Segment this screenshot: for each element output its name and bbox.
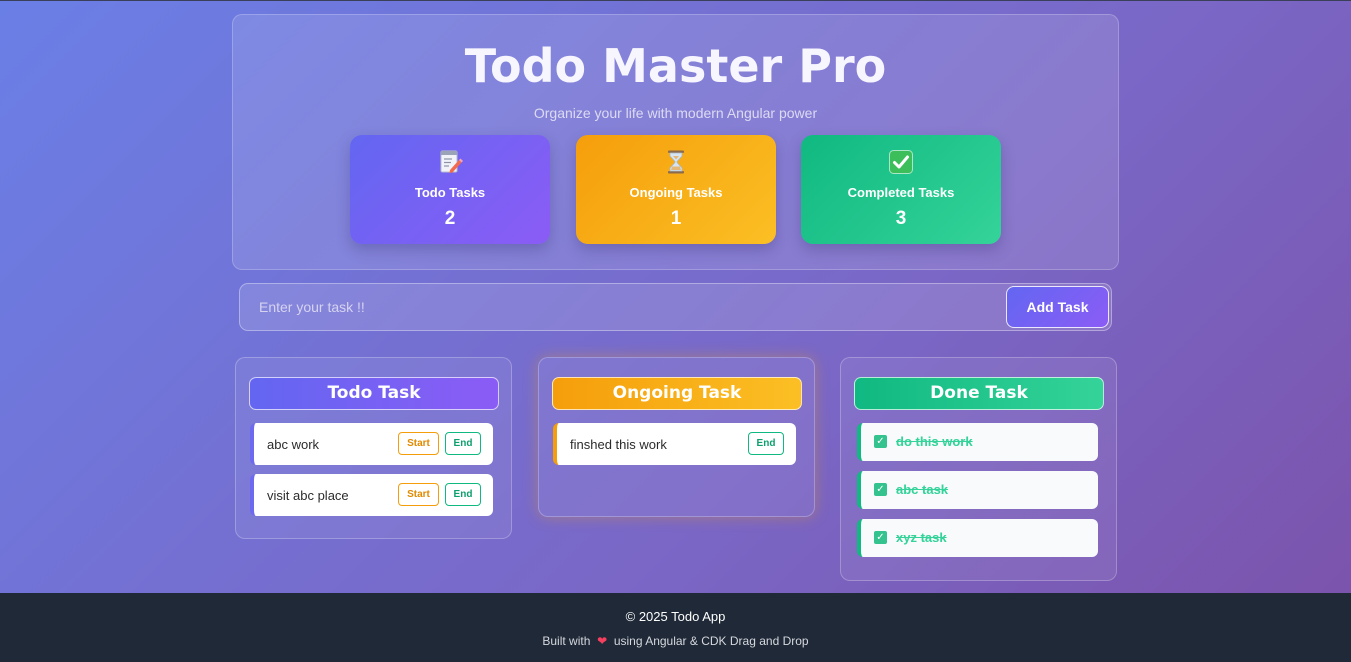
- done-column[interactable]: Done Task ✓ do this work ✓ abc task ✓ xy…: [840, 357, 1117, 581]
- todo-column-header: Todo Task: [249, 377, 499, 410]
- todo-column[interactable]: Todo Task abc work Start End visit abc p…: [235, 357, 512, 539]
- end-button[interactable]: End: [445, 483, 481, 506]
- done-task-card[interactable]: ✓ abc task: [857, 471, 1098, 509]
- task-card[interactable]: abc work Start End: [250, 423, 493, 465]
- stat-count: 1: [670, 208, 682, 229]
- task-card[interactable]: finshed this work End: [553, 423, 796, 465]
- ongoing-column[interactable]: Ongoing Task finshed this work End: [538, 357, 815, 517]
- done-task-card[interactable]: ✓ xyz task: [857, 519, 1098, 557]
- done-column-header: Done Task: [854, 377, 1104, 410]
- built-suffix: using Angular & CDK Drag and Drop: [613, 634, 809, 648]
- stat-label: Ongoing Tasks: [629, 185, 723, 200]
- task-text: visit abc place: [267, 488, 349, 503]
- memo-icon: [440, 150, 463, 173]
- check-mark-icon: [889, 150, 913, 174]
- task-text: finshed this work: [570, 437, 667, 452]
- stat-count: 2: [444, 208, 456, 229]
- checkbox-checked-icon: ✓: [874, 483, 887, 496]
- built-prefix: Built with: [542, 634, 591, 648]
- footer-built-with: Built with ❤ using Angular & CDK Drag an…: [0, 634, 1351, 648]
- page-title: Todo Master Pro: [464, 39, 887, 93]
- footer-copyright: © 2025 Todo App: [625, 609, 726, 624]
- stat-label: Todo Tasks: [414, 185, 486, 200]
- heart-icon: ❤: [593, 634, 611, 648]
- task-text: do this work: [896, 434, 973, 449]
- task-text: abc work: [267, 437, 320, 452]
- hero-panel: Todo Master Pro Organize your life with …: [232, 14, 1119, 270]
- stat-count: 3: [895, 208, 907, 229]
- hourglass-icon: [668, 150, 684, 174]
- ongoing-column-header: Ongoing Task: [552, 377, 802, 410]
- checkbox-checked-icon: ✓: [874, 531, 887, 544]
- stat-card-ongoing: Ongoing Tasks 1: [576, 135, 776, 244]
- stat-label: Completed Tasks: [847, 185, 955, 200]
- done-task-card[interactable]: ✓ do this work: [857, 423, 1098, 461]
- page-subtitle: Organize your life with modern Angular p…: [533, 105, 818, 121]
- task-input[interactable]: [240, 284, 1000, 330]
- task-card[interactable]: visit abc place Start End: [250, 474, 493, 516]
- end-button[interactable]: End: [445, 432, 481, 455]
- stat-card-todo: Todo Tasks 2: [350, 135, 550, 244]
- add-task-bar: Add Task: [239, 283, 1112, 331]
- checkbox-checked-icon: ✓: [874, 435, 887, 448]
- start-button[interactable]: Start: [398, 483, 439, 506]
- add-task-button[interactable]: Add Task: [1006, 286, 1109, 328]
- start-button[interactable]: Start: [398, 432, 439, 455]
- end-button[interactable]: End: [748, 432, 784, 455]
- task-text: abc task: [896, 482, 949, 497]
- footer: © 2025 Todo App Built with ❤ using Angul…: [0, 593, 1351, 662]
- task-text: xyz task: [896, 530, 947, 545]
- stat-card-completed: Completed Tasks 3: [801, 135, 1001, 244]
